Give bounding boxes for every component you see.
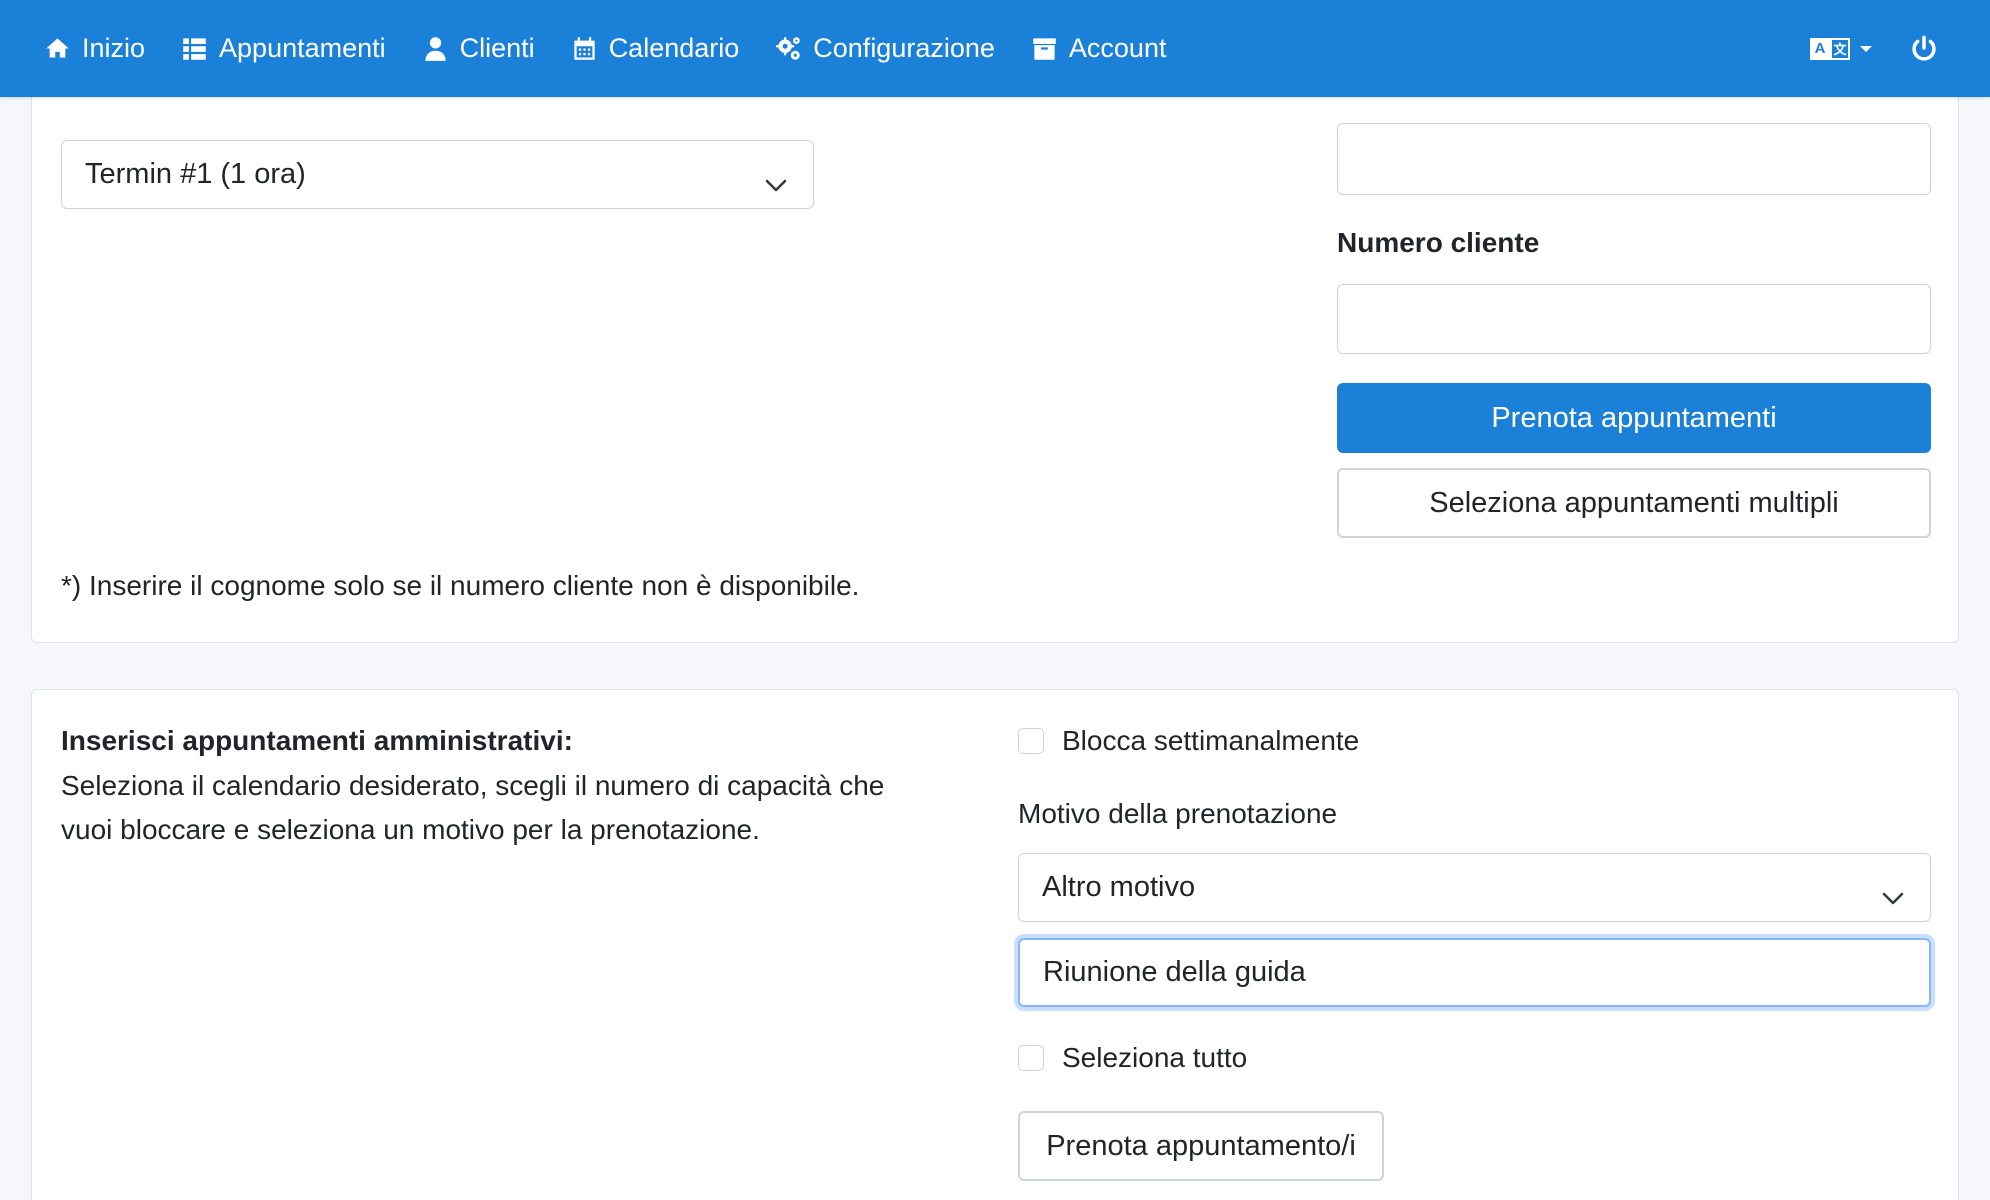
weekly-block-checkbox[interactable] (1018, 728, 1044, 754)
select-all-label: Seleziona tutto (1062, 1042, 1248, 1073)
calendar-icon (571, 35, 598, 62)
nav-item-label: Configurazione (813, 33, 995, 63)
nav-item-clienti[interactable]: Clienti (422, 33, 535, 64)
nav-right: A文 (1810, 0, 1938, 97)
footnote-text: *) Inserire il cognome solo se il numero… (61, 570, 860, 601)
admin-description: Seleziona il calendario desiderato, sceg… (61, 764, 884, 852)
chevron-down-icon (1882, 881, 1904, 904)
home-icon (44, 35, 71, 62)
reason-select-value: Altro motivo (1042, 871, 1196, 903)
admin-description-line: vuoi bloccare e seleziona un motivo per … (61, 814, 760, 845)
power-icon[interactable] (1910, 35, 1938, 63)
nav-menu: Inizio Appuntamenti Clienti Calendario C… (44, 33, 1202, 64)
user-icon (422, 35, 449, 62)
nav-item-label: Calendario (608, 33, 740, 63)
nav-item-label: Appuntamenti (219, 33, 386, 63)
chevron-down-icon (765, 168, 787, 191)
nav-item-label: Account (1068, 33, 1167, 63)
weekly-block-label: Blocca settimanalmente (1062, 725, 1360, 756)
nav-item-label: Inizio (82, 33, 146, 63)
reason-text-input[interactable]: Riunione della guida (1018, 938, 1931, 1007)
select-multiple-appointments-button[interactable]: Seleziona appuntamenti multipli (1337, 468, 1931, 538)
appointment-select[interactable]: Termin #1 (1 ora) (61, 140, 814, 209)
appointment-select-value: Termin #1 (1 ora) (85, 158, 306, 190)
language-dropdown[interactable]: A文 (1810, 37, 1872, 60)
book-admin-appointments-button[interactable]: Prenota appuntamento/i (1018, 1111, 1384, 1181)
nav-item-configurazione[interactable]: Configurazione (775, 33, 995, 64)
gears-icon (775, 35, 802, 62)
reason-text-value: Riunione della guida (1043, 956, 1306, 988)
customer-number-input[interactable] (1337, 284, 1931, 354)
reason-label: Motivo della prenotazione (1018, 798, 1338, 829)
archive-icon (1031, 35, 1058, 62)
booking-card: Termin #1 (1 ora) Numero cliente Prenota… (31, 40, 1959, 643)
lastname-input[interactable] (1337, 123, 1931, 195)
list-icon (181, 35, 208, 62)
nav-item-account[interactable]: Account (1031, 33, 1167, 64)
language-icon: A文 (1810, 37, 1850, 60)
nav-item-appuntamenti[interactable]: Appuntamenti (181, 33, 386, 64)
admin-appointments-card: Inserisci appuntamenti amministrativi: S… (31, 689, 1959, 1200)
nav-item-label: Clienti (459, 33, 535, 63)
admin-heading: Inserisci appuntamenti amministrativi: (61, 725, 573, 756)
select-all-checkbox[interactable] (1018, 1045, 1044, 1071)
top-navbar: Inizio Appuntamenti Clienti Calendario C… (0, 0, 1990, 97)
customer-number-label: Numero cliente (1337, 227, 1540, 258)
admin-description-line: Seleziona il calendario desiderato, sceg… (61, 770, 885, 801)
reason-select[interactable]: Altro motivo (1018, 853, 1931, 922)
book-appointments-button[interactable]: Prenota appuntamenti (1337, 383, 1931, 453)
caret-down-icon (1860, 45, 1872, 52)
nav-item-calendario[interactable]: Calendario (571, 33, 740, 64)
nav-item-inizio[interactable]: Inizio (44, 33, 145, 64)
